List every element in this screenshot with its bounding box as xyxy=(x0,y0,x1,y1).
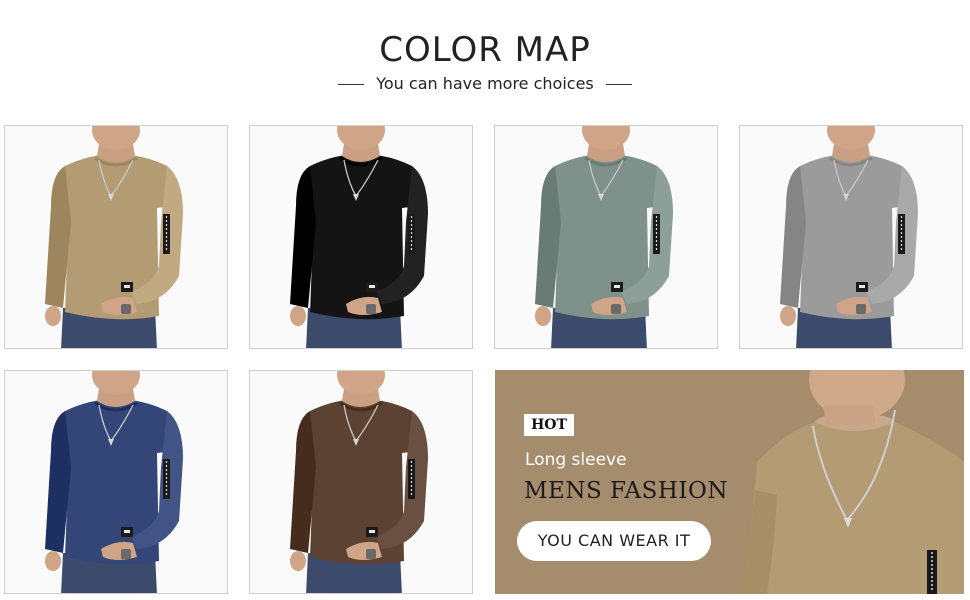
subtitle-text: You can have more choices xyxy=(376,74,594,93)
model-image xyxy=(45,126,183,348)
promo-model-image xyxy=(739,370,964,594)
subtitle-left-divider xyxy=(338,84,365,85)
color-card-black[interactable] xyxy=(249,125,473,349)
model-image xyxy=(290,126,428,348)
color-card-navy[interactable] xyxy=(4,370,228,594)
color-card-khaki[interactable] xyxy=(4,125,228,349)
model-image xyxy=(45,371,183,593)
hot-badge: HOT xyxy=(524,414,574,436)
model-image xyxy=(535,126,673,348)
model-image xyxy=(290,371,428,593)
subtitle-right-divider xyxy=(605,84,632,85)
model-image xyxy=(780,126,918,348)
color-card-grey[interactable] xyxy=(739,125,963,349)
page-subtitle: You can have more choices xyxy=(0,74,970,93)
promo-line-1: Long sleeve xyxy=(525,450,627,470)
color-card-brown[interactable] xyxy=(249,370,473,594)
promo-line-2: MENS FASHION xyxy=(524,478,728,504)
page-title: COLOR MAP xyxy=(379,30,591,70)
wear-it-button[interactable]: YOU CAN WEAR IT xyxy=(517,521,711,561)
color-card-sage[interactable] xyxy=(494,125,718,349)
promo-banner[interactable]: HOT Long sleeve MENS FASHION YOU CAN WEA… xyxy=(495,370,964,594)
